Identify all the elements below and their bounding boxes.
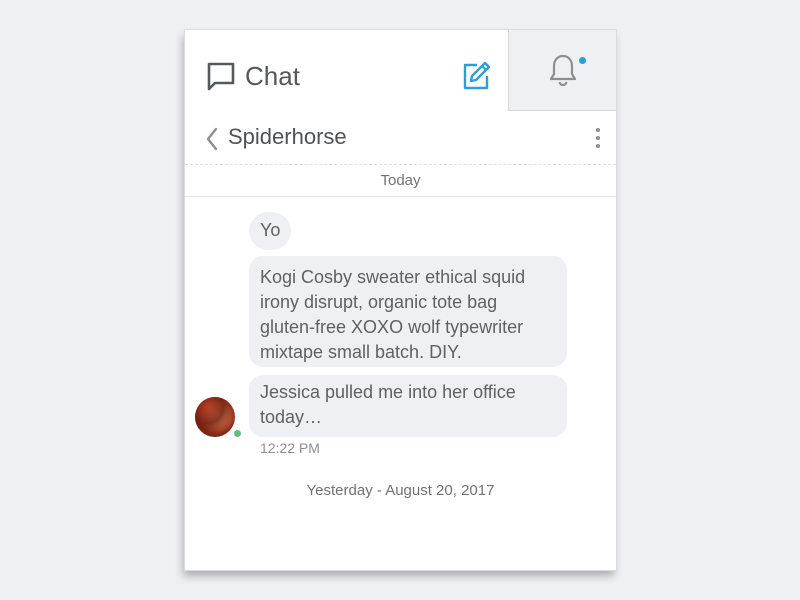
conversation-name: Spiderhorse <box>228 124 347 149</box>
message-bubble: Yo <box>249 212 292 250</box>
back-button[interactable] <box>201 126 223 152</box>
date-divider: Yesterday - August 20, 2017 <box>306 482 495 499</box>
online-status-indicator <box>233 429 242 438</box>
more-vertical-icon <box>596 128 600 148</box>
compose-button[interactable] <box>458 58 494 94</box>
chat-title-group: Chat <box>205 60 300 92</box>
chat-panel: Chat Spiderhorse Today Yo Kogi Cosby swe… <box>185 30 616 570</box>
notifications-button[interactable] <box>508 30 616 111</box>
chat-header: Chat <box>185 30 616 111</box>
notification-indicator <box>579 57 586 64</box>
date-divider: Today <box>185 165 616 197</box>
conversation-header: Spiderhorse <box>185 111 616 165</box>
avatar-image <box>195 397 235 437</box>
chat-bubble-icon <box>207 62 235 91</box>
message-timestamp: 12:22 PM <box>260 440 320 456</box>
page-title: Chat <box>245 60 300 91</box>
chevron-left-icon <box>206 127 218 151</box>
more-options-button[interactable] <box>589 125 607 151</box>
message-bubble: Kogi Cosby sweater ethical squid irony d… <box>249 256 567 367</box>
avatar[interactable] <box>195 397 235 437</box>
compose-icon <box>463 61 491 90</box>
message-bubble: Jessica pulled me into her office today… <box>249 375 567 437</box>
bell-icon <box>549 54 576 87</box>
